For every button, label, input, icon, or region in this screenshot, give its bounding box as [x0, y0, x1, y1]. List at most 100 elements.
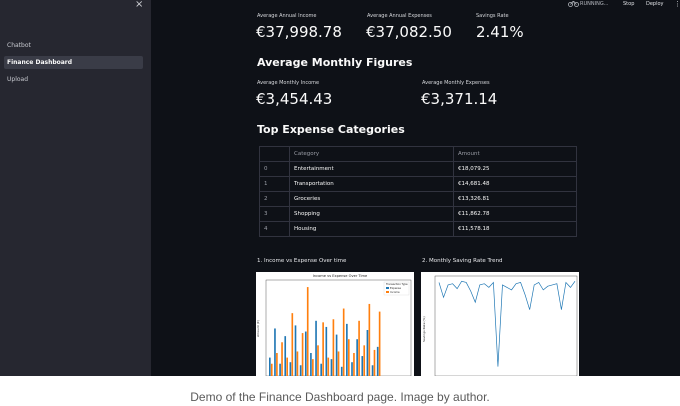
bar-plot-title: Income vs Expense Over Time	[313, 274, 368, 278]
bar-income	[363, 345, 366, 376]
metric-label-annual-income: Average Annual Income	[257, 13, 317, 19]
saving-rate-chart: Savings Rate (%)	[421, 272, 579, 376]
income-expense-chart: Income vs Expense Over Time Amount (€) T…	[256, 272, 414, 376]
bar-income	[281, 342, 283, 376]
bar-y-label: Amount (€)	[256, 320, 260, 337]
bar-income	[337, 351, 340, 376]
bar-expense	[346, 323, 348, 376]
bar-income	[332, 319, 335, 376]
bar-expense	[335, 334, 338, 376]
metric-label-annual-expenses: Average Annual Expenses	[367, 13, 432, 19]
table-row[interactable]: 2 Groceries €13,326.81	[259, 191, 577, 207]
bar-expense	[299, 365, 302, 376]
column-header-amount[interactable]: Amount	[453, 146, 577, 162]
bar-income	[322, 322, 324, 376]
table-row[interactable]: 3 Shopping €11,862.78	[259, 206, 577, 222]
row-index: 4	[259, 221, 290, 237]
metric-value-monthly-income: €3,454.43	[256, 90, 333, 108]
figure-caption: Demo of the Finance Dashboard page. Imag…	[190, 390, 490, 404]
table-row[interactable]: 1 Transportation €14,681.48	[259, 176, 577, 192]
close-sidebar-button[interactable]: ×	[135, 0, 143, 10]
metric-value-monthly-expenses: €3,371.14	[421, 90, 498, 108]
bar-income	[353, 353, 355, 376]
row-index: 2	[259, 191, 290, 207]
bar-income	[347, 339, 350, 376]
bar-expense	[376, 346, 379, 376]
sidebar: × Chatbot Finance Dashboard Upload	[0, 0, 151, 376]
bar-expense	[325, 326, 328, 376]
bar-income	[286, 357, 288, 376]
bar-expense	[279, 363, 281, 376]
row-index: 0	[259, 161, 290, 177]
running-bike-icon	[568, 0, 579, 7]
category-cell: Shopping	[289, 206, 454, 222]
bar-income	[296, 351, 299, 376]
line-plot-frame	[434, 275, 578, 376]
amount-cell: €11,578.18	[453, 221, 577, 237]
bar-income	[291, 313, 294, 376]
expense-table[interactable]: Category Amount 0 Entertainment €18,079.…	[259, 146, 577, 237]
category-cell: Transportation	[289, 176, 454, 192]
metric-label-savings-rate: Savings Rate	[476, 13, 509, 19]
bar-expense	[356, 339, 358, 376]
bar-expense	[284, 336, 287, 376]
bar-expense	[330, 359, 333, 376]
metric-value-savings-rate: 2.41%	[476, 23, 524, 41]
top-expenses-heading: Top Expense Categories	[257, 123, 405, 136]
bar-income	[312, 359, 314, 376]
legend-swatch-expense	[386, 287, 389, 289]
income-expense-chart-svg: Income vs Expense Over Time Amount (€) T…	[256, 274, 412, 376]
amount-cell: €13,326.81	[453, 191, 577, 207]
legend-header: Transaction Type	[386, 282, 408, 286]
amount-cell: €11,862.78	[453, 206, 577, 222]
row-index: 3	[259, 206, 290, 222]
saving-rate-chart-title: 2. Monthly Saving Rate Trend	[422, 258, 503, 264]
metric-value-annual-income: €37,998.78	[256, 23, 342, 41]
metric-label-monthly-expenses: Average Monthly Expenses	[422, 80, 490, 86]
bar-expense	[315, 320, 317, 376]
table-header-row: Category Amount	[259, 146, 577, 162]
metric-value-annual-expenses: €37,082.50	[366, 23, 452, 41]
line-y-label: Savings Rate (%)	[422, 316, 426, 342]
bar-income	[306, 287, 309, 376]
income-expense-chart-title: 1. Income vs Expense Over time	[257, 258, 347, 264]
running-status	[568, 0, 579, 9]
metric-label-monthly-income: Average Monthly Income	[257, 80, 320, 86]
legend-label-expense: Expense	[390, 286, 401, 290]
bar-expense	[310, 353, 312, 376]
table-row[interactable]: 4 Housing €11,578.18	[259, 221, 577, 237]
bar-income	[327, 357, 330, 376]
sidebar-item-chatbot[interactable]: Chatbot	[4, 39, 143, 52]
bar-expense	[366, 330, 369, 376]
bar-expense	[289, 362, 292, 376]
bar-income	[378, 311, 381, 376]
bar-expense	[361, 356, 364, 376]
bar-expense	[304, 331, 307, 376]
amount-cell: €18,079.25	[453, 161, 577, 177]
bar-income	[276, 353, 278, 376]
deploy-button[interactable]: Deploy	[646, 0, 664, 9]
bar-income	[317, 345, 319, 376]
column-header-category[interactable]: Category	[289, 146, 454, 162]
running-label: RUNNING...	[580, 1, 609, 7]
bar-income	[358, 320, 360, 376]
bar-income	[301, 333, 304, 376]
row-index: 1	[259, 176, 290, 192]
sidebar-item-finance-dashboard[interactable]: Finance Dashboard	[4, 56, 143, 69]
stop-button[interactable]: Stop	[623, 0, 634, 9]
category-cell: Housing	[289, 221, 454, 237]
bar-expense	[340, 366, 343, 376]
sidebar-item-upload[interactable]: Upload	[4, 73, 143, 86]
main-menu-button[interactable]: ⋮	[674, 0, 680, 9]
bar-income	[368, 303, 371, 376]
bar-income	[373, 349, 376, 376]
app-screen: × Chatbot Finance Dashboard Upload RUNNI…	[0, 0, 680, 376]
category-cell: Groceries	[289, 191, 454, 207]
monthly-figures-heading: Average Monthly Figures	[257, 56, 413, 69]
legend-label-income: Income	[390, 290, 400, 294]
table-row[interactable]: 0 Entertainment €18,079.25	[259, 161, 577, 177]
index-header	[259, 146, 290, 162]
bar-expense	[371, 365, 374, 376]
bar-expense	[320, 363, 323, 376]
bar-legend: Transaction Type Expense Income	[383, 281, 410, 296]
